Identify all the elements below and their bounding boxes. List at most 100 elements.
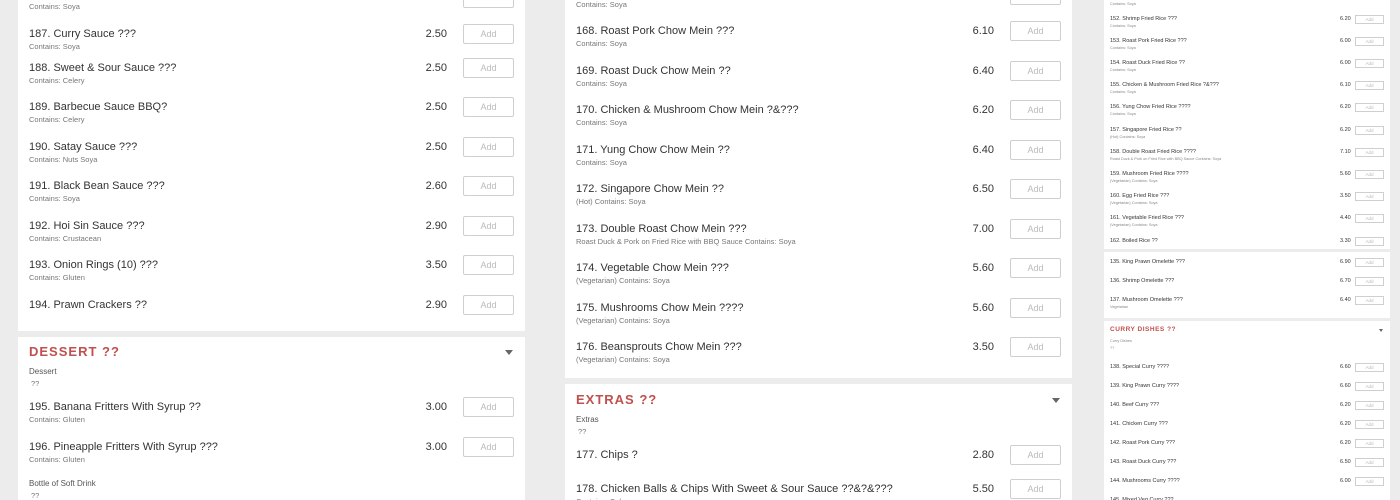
add-button[interactable]: Add xyxy=(1355,401,1384,410)
add-button[interactable]: Add xyxy=(1010,21,1061,41)
drink-label: Bottle of Soft Drink xyxy=(29,479,96,488)
item-price: 2.50 xyxy=(425,141,447,153)
item-name: 156. Yung Chow Fried Rice ???? xyxy=(1110,104,1191,110)
add-button[interactable]: Add xyxy=(1355,382,1384,391)
add-button[interactable]: Add xyxy=(1355,258,1384,267)
menu-column-3: Contains: Soya 152. Shrimp Fried Rice ???… xyxy=(1104,0,1390,500)
item-price: 5.50 xyxy=(972,483,994,495)
item-name: 140. Beef Curry ??? xyxy=(1110,402,1160,408)
item-name: 192. Hoi Sin Sauce ??? xyxy=(29,220,145,232)
add-button[interactable]: Add xyxy=(1355,214,1384,223)
item-price: 6.20 xyxy=(972,104,994,116)
chevron-down-icon[interactable] xyxy=(1379,329,1383,332)
add-button[interactable]: Add xyxy=(1355,81,1384,90)
item-name: 137. Mushroom Omelette ??? xyxy=(1110,297,1183,303)
item-contains: Contains: Soya xyxy=(576,158,627,167)
add-button[interactable]: Add xyxy=(463,255,514,275)
add-button[interactable]: Add xyxy=(1355,126,1384,135)
item-contains: Contains: Soya xyxy=(29,2,80,11)
add-button[interactable]: Add xyxy=(1355,477,1384,486)
item-contains: (Vegetarian) Contains: Soya xyxy=(1110,179,1158,183)
item-name: 193. Onion Rings (10) ??? xyxy=(29,259,159,271)
drink-label-cn: ?? xyxy=(31,491,40,500)
item-contains: (Vegetarian) Contains: Soya xyxy=(576,355,670,364)
add-button[interactable]: Add xyxy=(1355,37,1384,46)
add-button[interactable]: Add xyxy=(1010,100,1061,120)
add-button[interactable]: Add xyxy=(463,176,514,196)
item-price: 6.00 xyxy=(1340,38,1351,44)
add-button[interactable]: Add xyxy=(1010,445,1061,465)
add-button[interactable]: Add xyxy=(1355,277,1384,286)
item-contains: Roast Duck & Pork on Fried Rice with BBQ… xyxy=(1110,157,1222,161)
add-button[interactable]: Add xyxy=(1010,179,1061,199)
item-contains: Roast Duck & Pork on Fried Rice with BBQ… xyxy=(576,237,796,246)
item-price: 6.90 xyxy=(1340,259,1351,265)
item-contains: (Vegetarian) Contains: Soya xyxy=(1110,201,1158,205)
add-button[interactable]: Add xyxy=(463,216,514,236)
item-name: 157. Singapore Fried Rice ?? xyxy=(1110,127,1182,133)
add-button[interactable] xyxy=(1010,0,1061,5)
chevron-down-icon[interactable] xyxy=(505,350,513,355)
item-price: 6.20 xyxy=(1340,104,1351,110)
item-price: 5.60 xyxy=(1340,171,1351,177)
chevron-down-icon[interactable] xyxy=(1052,398,1060,403)
item-name: 196. Pineapple Fritters With Syrup ??? xyxy=(29,441,218,453)
item-name: 135. King Prawn Omelette ??? xyxy=(1110,259,1185,265)
add-button[interactable]: Add xyxy=(1355,420,1384,429)
add-button[interactable]: Add xyxy=(1010,258,1061,278)
item-price: 3.30 xyxy=(1340,238,1351,244)
menu-column-1: Contains: Soya 187. Curry Sauce ??? Contai… xyxy=(18,0,525,500)
add-button[interactable] xyxy=(463,0,514,8)
add-button[interactable]: Add xyxy=(1355,363,1384,372)
item-contains: Contains: Soya xyxy=(576,0,627,9)
add-button[interactable]: Add xyxy=(1355,170,1384,179)
item-price: 6.00 xyxy=(1340,478,1351,484)
item-contains: (Vegetarian) Contains: Soya xyxy=(1110,223,1158,227)
add-button[interactable]: Add xyxy=(1010,298,1061,318)
item-price: 6.20 xyxy=(1340,440,1351,446)
add-button[interactable]: Add xyxy=(1355,296,1384,305)
add-button[interactable]: Add xyxy=(463,437,514,457)
add-button[interactable]: Add xyxy=(1355,458,1384,467)
item-name: 141. Chicken Curry ??? xyxy=(1110,421,1168,427)
add-button[interactable]: Add xyxy=(1355,15,1384,24)
item-price: 6.20 xyxy=(1340,402,1351,408)
item-price: 2.80 xyxy=(972,449,994,461)
section-title[interactable]: CURRY DISHES ?? xyxy=(1110,326,1176,333)
section-description-cn: ?? xyxy=(578,427,587,436)
item-contains: (Hot) Contains: Soya xyxy=(576,197,646,206)
add-button[interactable]: Add xyxy=(463,137,514,157)
item-name: 144. Mushrooms Curry ???? xyxy=(1110,478,1180,484)
item-price: 6.00 xyxy=(1340,60,1351,66)
add-button[interactable]: Add xyxy=(1010,219,1061,239)
item-name: 160. Egg Fried Rice ??? xyxy=(1110,193,1170,199)
item-name: 195. Banana Fritters With Syrup ?? xyxy=(29,401,201,413)
item-name: 169. Roast Duck Chow Mein ?? xyxy=(576,65,731,77)
item-contains: Contains: Soya xyxy=(1110,112,1136,116)
add-button[interactable]: Add xyxy=(463,24,514,44)
add-button[interactable]: Add xyxy=(1355,59,1384,68)
add-button[interactable]: Add xyxy=(1010,337,1061,357)
item-name: 190. Satay Sauce ??? xyxy=(29,141,138,153)
item-contains: Contains: Celery xyxy=(29,115,85,124)
add-button[interactable]: Add xyxy=(1010,140,1061,160)
add-button[interactable]: Add xyxy=(1355,148,1384,157)
item-price: 3.50 xyxy=(972,341,994,353)
add-button[interactable]: Add xyxy=(1355,439,1384,448)
add-button[interactable]: Add xyxy=(463,58,514,78)
add-button[interactable]: Add xyxy=(463,295,514,315)
item-name: 142. Roast Pork Curry ??? xyxy=(1110,440,1176,446)
section-description: Extras xyxy=(576,415,599,424)
item-contains: Contains: Soya xyxy=(1110,2,1136,6)
add-button[interactable]: Add xyxy=(1010,61,1061,81)
section-title[interactable]: EXTRAS ?? xyxy=(576,392,657,407)
add-button[interactable]: Add xyxy=(1355,103,1384,112)
add-button[interactable]: Add xyxy=(463,97,514,117)
section-description-cn: ?? xyxy=(1110,346,1115,350)
add-button[interactable]: Add xyxy=(1355,192,1384,201)
item-price: 3.50 xyxy=(425,259,447,271)
add-button[interactable]: Add xyxy=(1010,479,1061,499)
add-button[interactable]: Add xyxy=(463,397,514,417)
add-button[interactable]: Add xyxy=(1355,237,1384,246)
section-title[interactable]: DESSERT ?? xyxy=(29,344,120,359)
